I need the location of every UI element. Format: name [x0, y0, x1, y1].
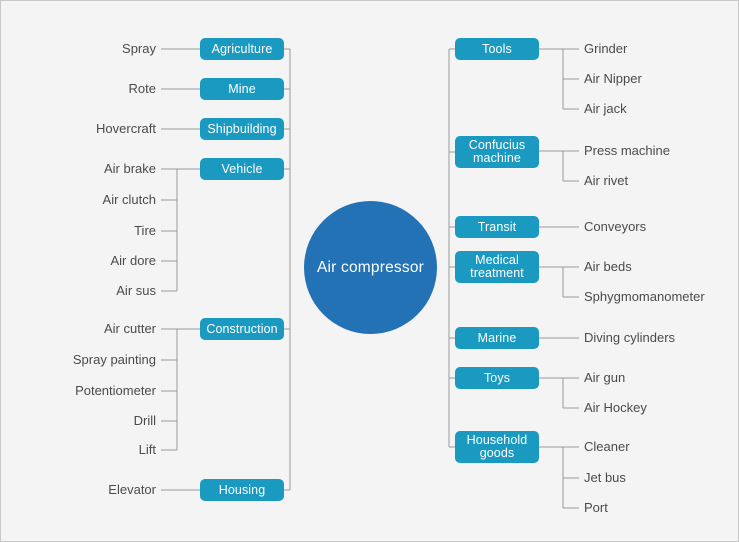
leaf-label-port[interactable]: Port — [584, 500, 608, 516]
branch-box-transit[interactable]: Transit — [455, 216, 539, 238]
branch-box-construction[interactable]: Construction — [200, 318, 284, 340]
branch-box-household-goods[interactable]: Household goods — [455, 431, 539, 463]
branch-box-label: Vehicle — [221, 161, 263, 176]
branch-box-medical-treatment[interactable]: Medical treatment — [455, 251, 539, 283]
branch-box-label: goods — [479, 446, 515, 460]
leaf-label-sphygmomanometer[interactable]: Sphygmomanometer — [584, 289, 705, 305]
leaf-label-air-cutter[interactable]: Air cutter — [104, 321, 156, 337]
center-node-label: Air compressor — [316, 258, 425, 276]
mindmap-canvas: Air compressor Agriculture Mine Shipbuildi… — [0, 0, 739, 542]
branch-box-label: Agriculture — [211, 41, 273, 56]
leaf-label-tire[interactable]: Tire — [134, 223, 156, 239]
branch-box-label: Medical — [475, 253, 519, 267]
branch-box-label: Housing — [218, 482, 266, 497]
leaf-label-jet-bus[interactable]: Jet bus — [584, 470, 626, 486]
branch-box-label: treatment — [470, 266, 524, 280]
leaf-label-drill[interactable]: Drill — [134, 413, 156, 429]
branch-box-label: machine — [473, 151, 521, 165]
branch-box-housing[interactable]: Housing — [200, 479, 284, 501]
leaf-label-air-gun[interactable]: Air gun — [584, 370, 625, 386]
branch-box-marine[interactable]: Marine — [455, 327, 539, 349]
branch-box-vehicle[interactable]: Vehicle — [200, 158, 284, 180]
leaf-label-rote[interactable]: Rote — [129, 81, 156, 97]
leaf-label-air-dore[interactable]: Air dore — [110, 253, 156, 269]
leaf-label-air-nipper[interactable]: Air Nipper — [584, 71, 642, 87]
branch-box-label-wrap: Confucius machine — [469, 139, 526, 165]
leaf-label-diving-cylinders[interactable]: Diving cylinders — [584, 330, 675, 346]
leaf-label-cleaner[interactable]: Cleaner — [584, 439, 630, 455]
leaf-label-air-jack[interactable]: Air jack — [584, 101, 627, 117]
leaf-label-air-brake[interactable]: Air brake — [104, 161, 156, 177]
branch-box-label: Tools — [482, 41, 512, 56]
leaf-label-hovercraft[interactable]: Hovercraft — [96, 121, 156, 137]
branch-box-label: Marine — [477, 330, 517, 345]
center-node-air-compressor[interactable]: Air compressor — [304, 201, 437, 334]
leaf-label-air-sus[interactable]: Air sus — [116, 283, 156, 299]
branch-box-label-wrap: Medical treatment — [470, 254, 524, 280]
branch-box-label: Shipbuilding — [207, 121, 277, 136]
branch-box-confucius-machine[interactable]: Confucius machine — [455, 136, 539, 168]
branch-box-label: Construction — [206, 321, 278, 336]
leaf-label-grinder[interactable]: Grinder — [584, 41, 627, 57]
branch-box-agriculture[interactable]: Agriculture — [200, 38, 284, 60]
branch-box-shipbuilding[interactable]: Shipbuilding — [200, 118, 284, 140]
leaf-label-press-machine[interactable]: Press machine — [584, 143, 670, 159]
branch-box-label: Household — [466, 433, 528, 447]
branch-box-label-wrap: Household goods — [467, 434, 528, 460]
branch-box-label: Confucius — [468, 138, 526, 152]
leaf-label-air-clutch[interactable]: Air clutch — [103, 192, 156, 208]
leaf-label-air-rivet[interactable]: Air rivet — [584, 173, 628, 189]
branch-box-label: Mine — [228, 81, 256, 96]
branch-box-label: Toys — [483, 370, 511, 385]
branch-box-toys[interactable]: Toys — [455, 367, 539, 389]
leaf-label-elevator[interactable]: Elevator — [108, 482, 156, 498]
branch-box-label: Transit — [477, 219, 517, 234]
leaf-label-lift[interactable]: Lift — [139, 442, 156, 458]
leaf-label-potentiometer[interactable]: Potentiometer — [75, 383, 156, 399]
leaf-label-conveyors[interactable]: Conveyors — [584, 219, 646, 235]
branch-box-mine[interactable]: Mine — [200, 78, 284, 100]
leaf-label-spray[interactable]: Spray — [122, 41, 156, 57]
leaf-label-air-beds[interactable]: Air beds — [584, 259, 632, 275]
branch-box-tools[interactable]: Tools — [455, 38, 539, 60]
leaf-label-spray-painting[interactable]: Spray painting — [73, 352, 156, 368]
leaf-label-air-hockey[interactable]: Air Hockey — [584, 400, 647, 416]
